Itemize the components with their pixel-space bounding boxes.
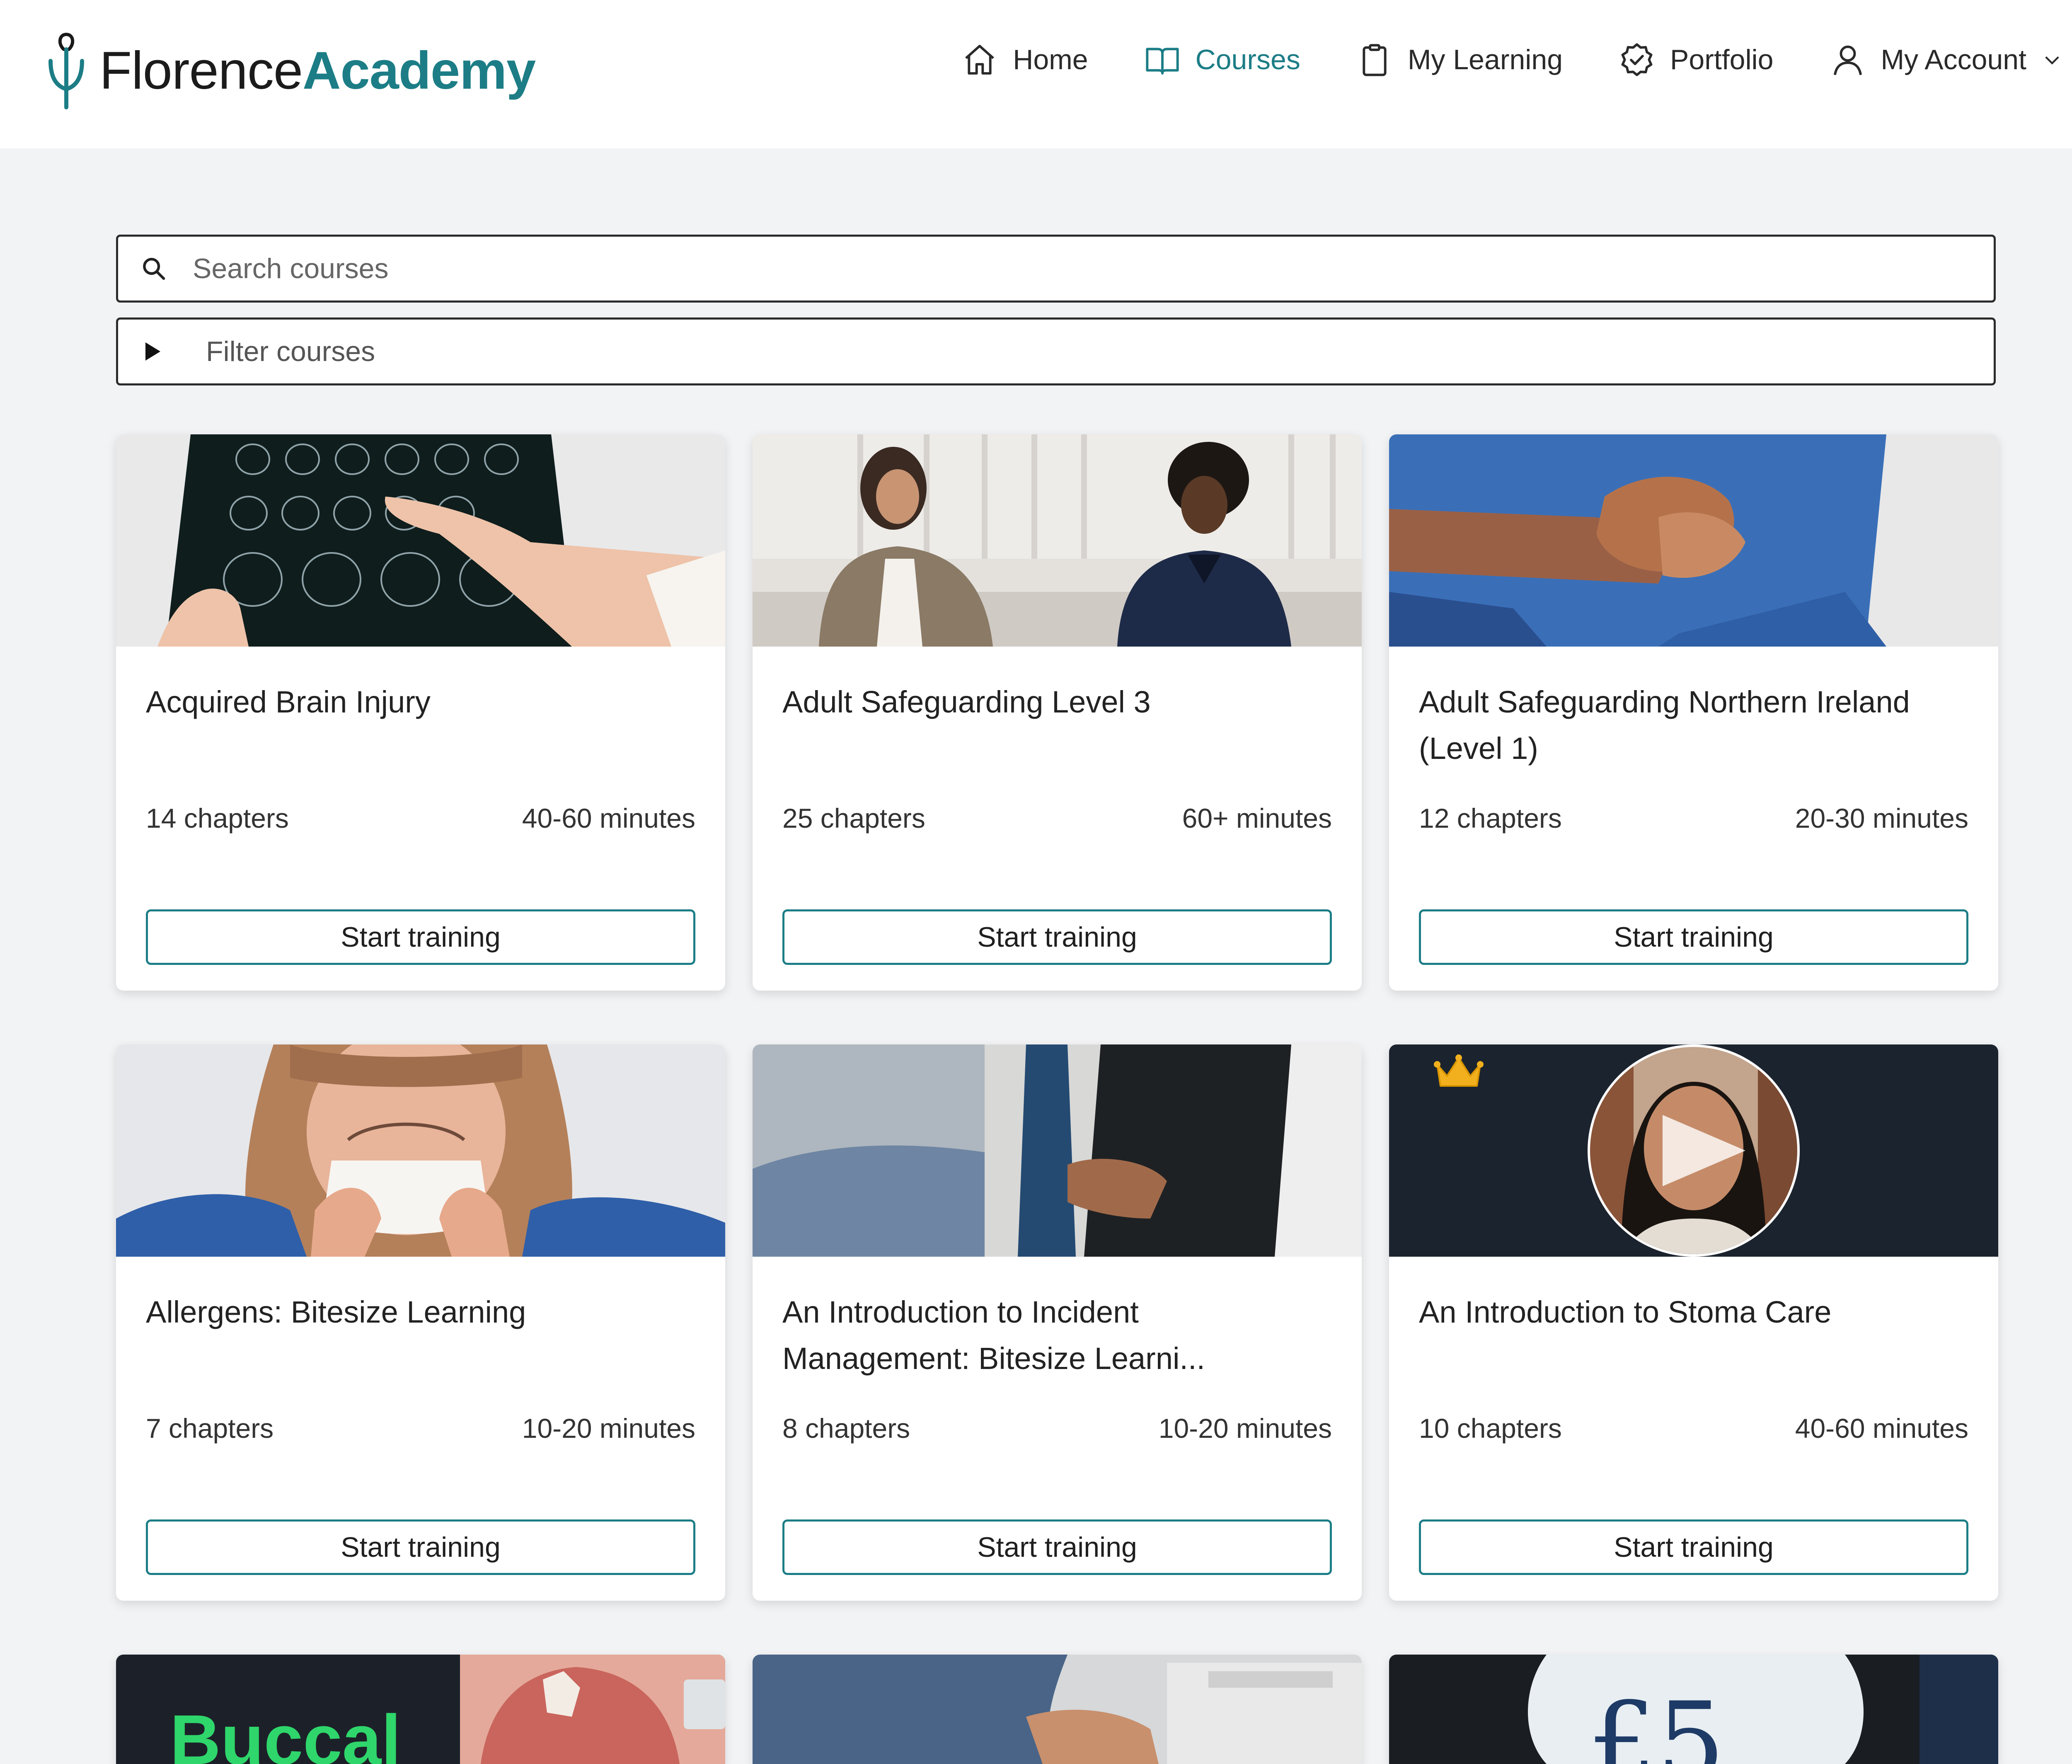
- course-duration: 40-60 minutes: [1795, 1413, 1968, 1444]
- verified-badge-icon: [1621, 43, 1653, 76]
- course-image: [116, 1044, 725, 1257]
- nav-portfolio[interactable]: Portfolio: [1619, 41, 1774, 78]
- partial-card-image-text: Buccal: [170, 1701, 401, 1764]
- course-image: [1389, 1044, 1998, 1257]
- search-bar[interactable]: [116, 235, 1996, 303]
- search-icon: [143, 258, 165, 280]
- clipboard-icon: [1363, 44, 1387, 76]
- course-image: £5: [1389, 1655, 1998, 1764]
- course-card[interactable]: Acquired Brain Injury 14 chapters 40-60 …: [116, 434, 725, 991]
- course-duration: 10-20 minutes: [1158, 1413, 1332, 1444]
- course-title: Adult Safeguarding Level 3: [782, 685, 1151, 719]
- start-training-button[interactable]: Start training: [146, 1519, 695, 1575]
- course-card[interactable]: Allergens: Bitesize Learning 7 chapters …: [116, 1044, 725, 1601]
- course-card-partial[interactable]: £5: [1389, 1655, 1998, 1764]
- partial-card-image-text: £5: [1588, 1679, 1725, 1764]
- course-image: [753, 1044, 1362, 1257]
- course-meta: 12 chapters 20-30 minutes: [1419, 802, 1968, 834]
- course-image: [116, 434, 725, 647]
- course-image: [753, 434, 1362, 647]
- course-duration: 10-20 minutes: [522, 1413, 695, 1444]
- course-image: Buccal: [116, 1655, 725, 1764]
- course-meta: 14 chapters 40-60 minutes: [146, 802, 695, 834]
- course-title: An Introduction to Stoma Care: [1419, 1295, 1832, 1329]
- user-icon: [1833, 45, 1862, 75]
- chapter-count: 8 chapters: [782, 1413, 910, 1444]
- course-meta: 10 chapters 40-60 minutes: [1419, 1413, 1968, 1444]
- chapter-count: 25 chapters: [782, 803, 925, 834]
- course-card[interactable]: Adult Safeguarding Level 3 25 chapters 6…: [753, 434, 1362, 991]
- chapter-count: 14 chapters: [146, 803, 289, 834]
- premium-crown-icon: [1434, 1054, 1484, 1087]
- chevron-down-icon[interactable]: [2041, 49, 2063, 70]
- nav-portfolio-label: Portfolio: [1670, 44, 1774, 75]
- course-card[interactable]: An Introduction to Stoma Care 10 chapter…: [1389, 1044, 1998, 1601]
- nav-courses[interactable]: Courses: [1144, 41, 1300, 78]
- course-card[interactable]: An Introduction to Incident Management: …: [753, 1044, 1362, 1601]
- course-title: Acquired Brain Injury: [146, 685, 431, 719]
- nav-home-label: Home: [1013, 44, 1088, 75]
- course-card-partial[interactable]: Buccal: [116, 1655, 725, 1764]
- start-training-button[interactable]: Start training: [146, 909, 695, 965]
- course-title: Allergens: Bitesize Learning: [146, 1295, 526, 1329]
- course-meta: 7 chapters 10-20 minutes: [146, 1413, 695, 1444]
- course-meta: 25 chapters 60+ minutes: [782, 802, 1332, 834]
- filter-label: Filter courses: [206, 336, 375, 367]
- course-duration: 20-30 minutes: [1795, 803, 1968, 834]
- chapter-count: 7 chapters: [146, 1413, 274, 1444]
- course-card[interactable]: Adult Safeguarding Northern Ireland (Lev…: [1389, 434, 1998, 991]
- tulip-logo-icon: [48, 33, 84, 109]
- chapter-count: 12 chapters: [1419, 803, 1562, 834]
- course-duration: 40-60 minutes: [522, 803, 695, 834]
- nav-my-account-label: My Account: [1881, 44, 2027, 75]
- course-title: Adult Safeguarding Northern Ireland (Lev…: [1419, 685, 1910, 766]
- chapter-count: 10 chapters: [1419, 1413, 1562, 1444]
- start-training-button[interactable]: Start training: [782, 909, 1332, 965]
- main-nav: Home Courses My Learning Portfolio My Ac…: [905, 41, 2063, 78]
- course-image: [1389, 434, 1998, 647]
- brand-logo[interactable]: FlorenceAcademy: [46, 29, 536, 112]
- nav-courses-label: Courses: [1195, 44, 1300, 75]
- start-training-button[interactable]: Start training: [1419, 1519, 1968, 1575]
- filter-courses-toggle[interactable]: Filter courses: [116, 317, 1996, 385]
- course-image: [753, 1655, 1362, 1764]
- open-book-icon: [1146, 48, 1179, 75]
- start-training-button[interactable]: Start training: [1419, 909, 1968, 965]
- top-navigation-bar: FlorenceAcademy Home Courses My Learning…: [0, 0, 2072, 148]
- nav-my-learning-label: My Learning: [1407, 44, 1563, 75]
- search-input[interactable]: [192, 252, 1994, 285]
- nav-home[interactable]: Home: [961, 41, 1088, 78]
- expand-triangle-icon: [145, 342, 160, 361]
- nav-my-account[interactable]: My Account: [1830, 41, 2063, 78]
- course-duration: 60+ minutes: [1182, 803, 1332, 834]
- course-card-partial[interactable]: [753, 1655, 1362, 1764]
- brand-name: FlorenceAcademy: [99, 41, 536, 100]
- nav-my-learning[interactable]: My Learning: [1356, 41, 1563, 78]
- course-title: An Introduction to Incident Management: …: [782, 1295, 1205, 1376]
- home-icon: [965, 45, 995, 75]
- course-meta: 8 chapters 10-20 minutes: [782, 1413, 1332, 1444]
- start-training-button[interactable]: Start training: [782, 1519, 1332, 1575]
